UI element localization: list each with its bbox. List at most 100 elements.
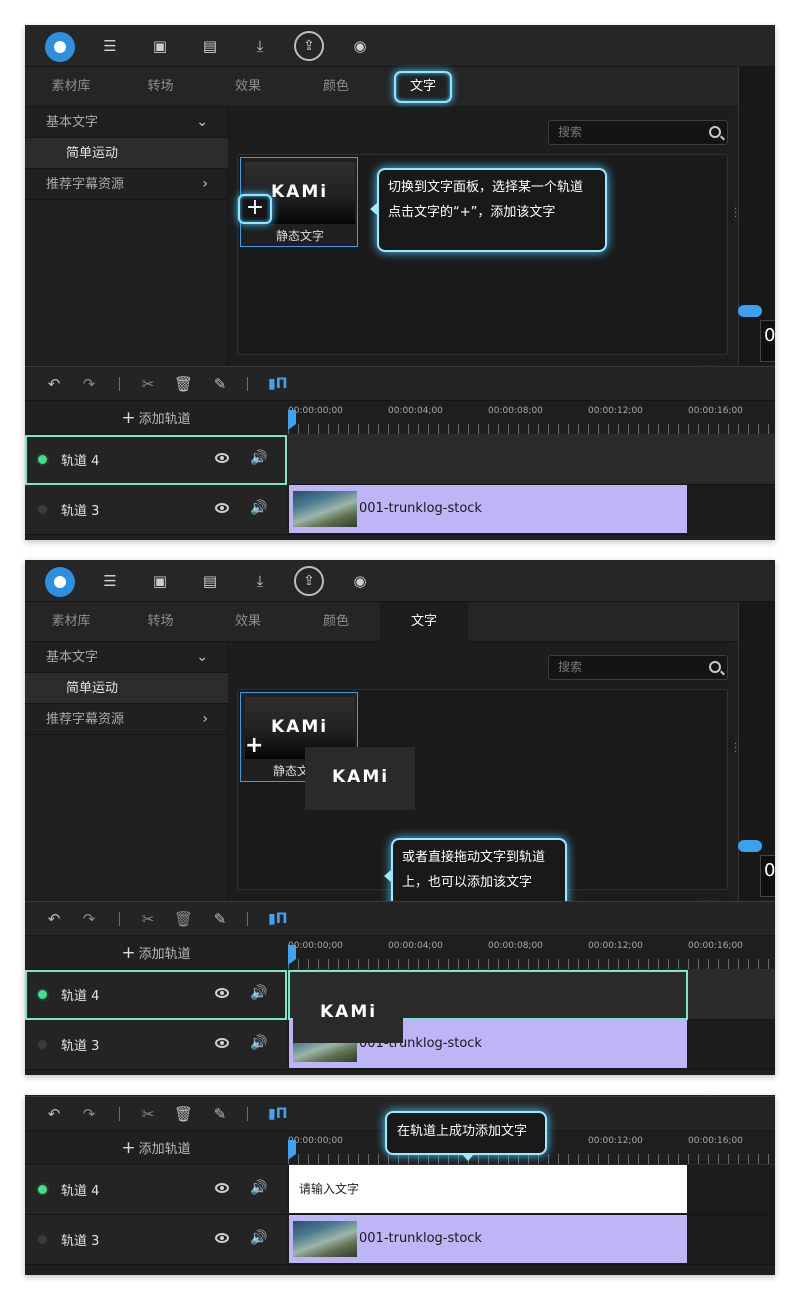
add-track-button[interactable]: + 添加轨道 xyxy=(25,937,287,970)
record-icon[interactable]: ◉ xyxy=(349,35,371,57)
undo-icon[interactable]: ↶ xyxy=(45,1105,63,1123)
track-header-3[interactable]: 轨道 3 🔊 xyxy=(25,485,287,535)
track-active-indicator xyxy=(38,990,47,999)
sidebar-item-basic-text[interactable]: 基本文字 ⌄ xyxy=(25,107,228,138)
resize-handle-icon[interactable]: · · · xyxy=(734,740,738,758)
track-lane-3[interactable]: 001-trunklog-stock xyxy=(288,485,775,535)
search-input[interactable]: 搜索 xyxy=(548,655,728,680)
track-lane-4[interactable] xyxy=(288,435,775,485)
cut-icon[interactable]: ✂ xyxy=(139,1105,157,1123)
list-icon[interactable]: ☰ xyxy=(99,35,121,57)
search-input[interactable]: 搜索 xyxy=(548,120,728,145)
open-project-icon[interactable]: ▣ xyxy=(149,35,171,57)
volume-slider[interactable] xyxy=(738,840,762,852)
undo-icon[interactable]: ↶ xyxy=(45,910,63,928)
edit-icon[interactable]: ✎ xyxy=(211,910,229,928)
delete-icon[interactable]: 🗑 xyxy=(174,375,193,393)
open-project-icon[interactable]: ▣ xyxy=(149,570,171,592)
cut-icon[interactable]: ✂ xyxy=(139,375,157,393)
sidebar-item-recommended[interactable]: 推荐字幕资源 › xyxy=(25,169,228,200)
eye-icon[interactable] xyxy=(215,1233,229,1243)
add-text-button[interactable]: + xyxy=(245,735,263,757)
video-clip[interactable]: 001-trunklog-stock xyxy=(289,1215,687,1263)
marker-icon[interactable]: ▮Π xyxy=(268,910,288,928)
chevron-down-icon: ⌄ xyxy=(196,114,208,130)
ruler-label: 00:00:16;00 xyxy=(688,406,743,416)
track-header-3[interactable]: 轨道 3 🔊 xyxy=(25,1215,287,1265)
tab-media[interactable]: 素材库 xyxy=(25,602,117,642)
drag-preview-on-track[interactable]: KAMi xyxy=(293,980,403,1043)
tab-media[interactable]: 素材库 xyxy=(25,67,117,107)
speaker-icon[interactable]: 🔊 xyxy=(250,985,267,1001)
sidebar-item-recommended[interactable]: 推荐字幕资源 › xyxy=(25,704,228,735)
tab-text[interactable]: 文字 xyxy=(394,71,452,103)
toolbar-divider xyxy=(119,377,120,391)
logo-icon[interactable] xyxy=(45,567,75,597)
record-icon[interactable]: ◉ xyxy=(349,570,371,592)
track-header-4[interactable]: 轨道 4 🔊 xyxy=(25,1165,287,1215)
sidebar-item-simple-motion[interactable]: 简单运动 xyxy=(25,138,228,169)
track-name: 轨道 3 xyxy=(61,504,100,519)
timeline-ruler[interactable]: 00:00:00;00 00:00:04;00 00:00:08;00 00:0… xyxy=(288,937,775,970)
callout-step-3: 在轨道上成功添加文字 xyxy=(385,1111,547,1155)
tab-color[interactable]: 颜色 xyxy=(292,67,380,107)
marker-icon[interactable]: ▮Π xyxy=(268,1105,288,1123)
save-icon[interactable]: ▤ xyxy=(199,570,221,592)
text-clip[interactable]: 请输入文字 xyxy=(289,1165,687,1213)
tab-effects[interactable]: 效果 xyxy=(204,602,292,642)
track-lane-3[interactable]: 001-trunklog-stock xyxy=(288,1215,775,1265)
redo-icon[interactable]: ↷ xyxy=(80,910,98,928)
track-header-4[interactable]: 轨道 4 🔊 xyxy=(25,970,287,1020)
speaker-icon[interactable]: 🔊 xyxy=(250,500,267,516)
volume-slider[interactable] xyxy=(738,305,762,317)
speaker-icon[interactable]: 🔊 xyxy=(250,1180,267,1196)
add-text-button[interactable]: + xyxy=(238,194,272,224)
video-clip[interactable]: 001-trunklog-stock xyxy=(289,485,687,533)
upload-icon[interactable]: ⇪ xyxy=(294,31,324,61)
toolbar-divider xyxy=(119,912,120,926)
delete-icon[interactable]: 🗑 xyxy=(174,910,193,928)
track-header-4[interactable]: 轨道 4 🔊 xyxy=(25,435,287,485)
callout-pointer xyxy=(462,1154,474,1161)
save-icon[interactable]: ▤ xyxy=(199,35,221,57)
upload-icon[interactable]: ⇪ xyxy=(294,566,324,596)
eye-icon[interactable] xyxy=(215,1183,229,1193)
search-icon[interactable] xyxy=(709,126,721,138)
redo-icon[interactable]: ↷ xyxy=(80,375,98,393)
eye-icon[interactable] xyxy=(215,1038,229,1048)
eye-icon[interactable] xyxy=(215,503,229,513)
drag-preview[interactable]: KAMi xyxy=(305,747,415,810)
logo-icon[interactable] xyxy=(45,32,75,62)
download-icon[interactable]: ⤓ xyxy=(249,35,271,57)
tab-text[interactable]: 文字 xyxy=(380,602,468,642)
list-icon[interactable]: ☰ xyxy=(99,570,121,592)
redo-icon[interactable]: ↷ xyxy=(80,1105,98,1123)
tab-effects[interactable]: 效果 xyxy=(204,67,292,107)
speaker-icon[interactable]: 🔊 xyxy=(250,1230,267,1246)
eye-icon[interactable] xyxy=(215,988,229,998)
edit-icon[interactable]: ✎ xyxy=(211,375,229,393)
timeline-toolbar: ↶ ↷ ✂ 🗑 ✎ ▮Π xyxy=(25,366,775,401)
undo-icon[interactable]: ↶ xyxy=(45,375,63,393)
track-lane-4[interactable]: 请输入文字 xyxy=(288,1165,775,1215)
tab-transitions[interactable]: 转场 xyxy=(117,67,204,107)
speaker-icon[interactable]: 🔊 xyxy=(250,450,267,466)
delete-icon[interactable]: 🗑 xyxy=(174,1105,193,1123)
cut-icon[interactable]: ✂ xyxy=(139,910,157,928)
track-header-3[interactable]: 轨道 3 🔊 xyxy=(25,1020,287,1070)
sidebar-item-simple-motion[interactable]: 简单运动 xyxy=(25,673,228,704)
tab-color[interactable]: 颜色 xyxy=(292,602,380,642)
sidebar-item-label: 推荐字幕资源 xyxy=(46,177,125,192)
download-icon[interactable]: ⤓ xyxy=(249,570,271,592)
search-icon[interactable] xyxy=(709,661,721,673)
speaker-icon[interactable]: 🔊 xyxy=(250,1035,267,1051)
sidebar-item-basic-text[interactable]: 基本文字 ⌄ xyxy=(25,642,228,673)
timeline-ruler[interactable]: 00:00:00;00 00:00:04;00 00:00:08;00 00:0… xyxy=(288,402,775,435)
marker-icon[interactable]: ▮Π xyxy=(268,375,288,393)
add-track-button[interactable]: + 添加轨道 xyxy=(25,402,287,435)
edit-icon[interactable]: ✎ xyxy=(211,1105,229,1123)
tab-transitions[interactable]: 转场 xyxy=(117,602,204,642)
add-track-button[interactable]: + 添加轨道 xyxy=(25,1132,287,1165)
resize-handle-icon[interactable]: · · · xyxy=(734,205,738,223)
eye-icon[interactable] xyxy=(215,453,229,463)
